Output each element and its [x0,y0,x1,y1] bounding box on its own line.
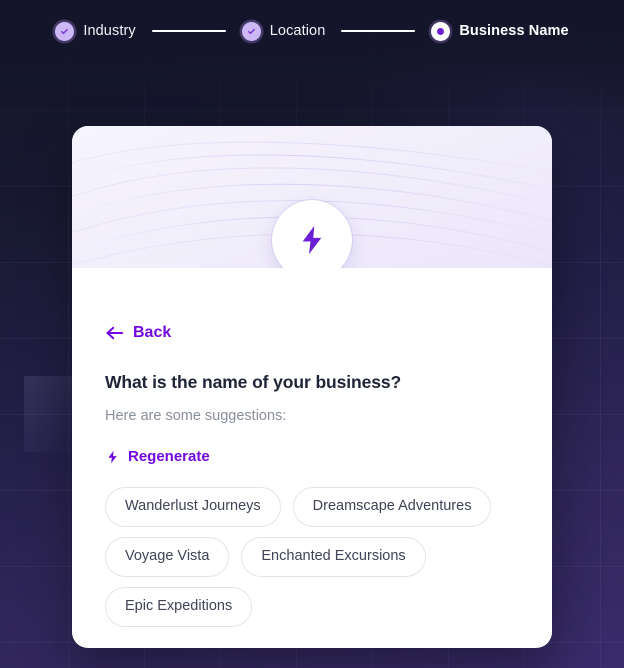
stepper-step-location[interactable]: Location [241,21,326,41]
onboarding-card: Back What is the name of your business? … [72,126,552,648]
card-hero [72,126,552,268]
suggestion-chip[interactable]: Dreamscape Adventures [292,487,492,527]
progress-stepper: Industry Location Business Name [0,0,624,62]
stepper-step-business-name[interactable]: Business Name [431,21,569,41]
onboarding-page: Industry Location Business Name Back Wha… [0,0,624,668]
stepper-connector-2 [341,30,416,32]
suggestion-chip[interactable]: Enchanted Excursions [241,536,426,577]
stepper-label-location: Location [269,23,326,39]
stepper-connector-1 [151,30,226,32]
page-title: What is the name of your business? [105,372,402,392]
back-button[interactable]: Back [105,324,171,342]
stepper-label-business-name: Business Name [459,23,569,39]
suggestion-chip[interactable]: Wanderlust Journeys [105,487,281,527]
suggestion-chip-list: Wanderlust Journeys Dreamscape Adventure… [105,487,519,627]
regenerate-button-label: Regenerate [128,448,210,465]
page-subtitle: Here are some suggestions: [105,408,287,424]
stepper-step-industry[interactable]: Industry [55,21,136,41]
suggestion-chip[interactable]: Voyage Vista [105,536,230,577]
suggestion-chip[interactable]: Epic Expeditions [105,586,253,627]
regenerate-button[interactable]: Regenerate [105,448,210,465]
radio-filled-icon [431,21,451,41]
lightning-bolt-icon [108,450,117,463]
arrow-left-icon [106,326,124,340]
check-circle-icon [241,21,261,41]
stepper-label-industry: Industry [83,23,136,39]
card-body: Back What is the name of your business? … [72,268,552,627]
lightning-bolt-icon [302,225,322,255]
check-circle-icon [55,21,75,41]
back-button-label: Back [133,324,172,341]
